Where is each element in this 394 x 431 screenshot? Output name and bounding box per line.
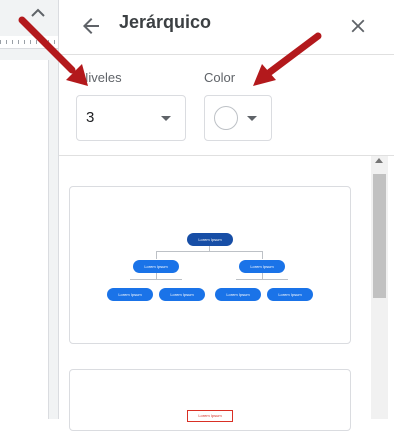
panel-header: Jerárquico (59, 0, 394, 55)
ruler (0, 36, 58, 49)
levels-label: Niveles (79, 70, 122, 85)
scroll-thumb[interactable] (373, 174, 386, 298)
diagram-node: Lorem Ipsum (133, 260, 179, 273)
document-page[interactable] (0, 60, 49, 419)
template-card[interactable]: Lorem Ipsum Lorem Ipsum Lorem Ipsum Lore… (69, 186, 351, 344)
color-swatch (214, 106, 238, 130)
diagram-panel: Jerárquico Niveles Color 3 Lorem Ipsum L… (58, 0, 394, 431)
connector (236, 279, 288, 280)
diagram-node: Lorem Ipsum (215, 288, 261, 301)
close-icon[interactable] (347, 15, 369, 37)
arrow-back-icon[interactable] (79, 14, 103, 38)
divider (59, 155, 394, 156)
connector (156, 251, 157, 259)
levels-select[interactable]: 3 (76, 95, 186, 141)
panel-title: Jerárquico (119, 12, 212, 32)
diagram-node: Lorem Ipsum (267, 288, 313, 301)
chevron-up-icon[interactable] (30, 6, 46, 20)
color-select[interactable] (204, 95, 272, 141)
connector (262, 251, 263, 259)
dropdown-arrow-icon (161, 116, 171, 121)
levels-value: 3 (86, 109, 95, 126)
scroll-up-arrow-icon[interactable] (375, 158, 383, 163)
diagram-node: Lorem Ipsum (159, 288, 205, 301)
connector (156, 272, 157, 279)
color-label: Color (204, 70, 236, 85)
connector (262, 272, 263, 279)
template-card[interactable]: Lorem Ipsum (69, 369, 351, 431)
diagram-node: Lorem Ipsum (107, 288, 153, 301)
dropdown-arrow-icon (247, 116, 257, 121)
connector (130, 279, 182, 280)
diagram-node: Lorem Ipsum (239, 260, 285, 273)
scrollbar[interactable] (371, 156, 388, 419)
diagram-node-root: Lorem Ipsum (187, 233, 233, 246)
connector (156, 251, 262, 252)
diagram-node-root: Lorem Ipsum (187, 410, 233, 422)
